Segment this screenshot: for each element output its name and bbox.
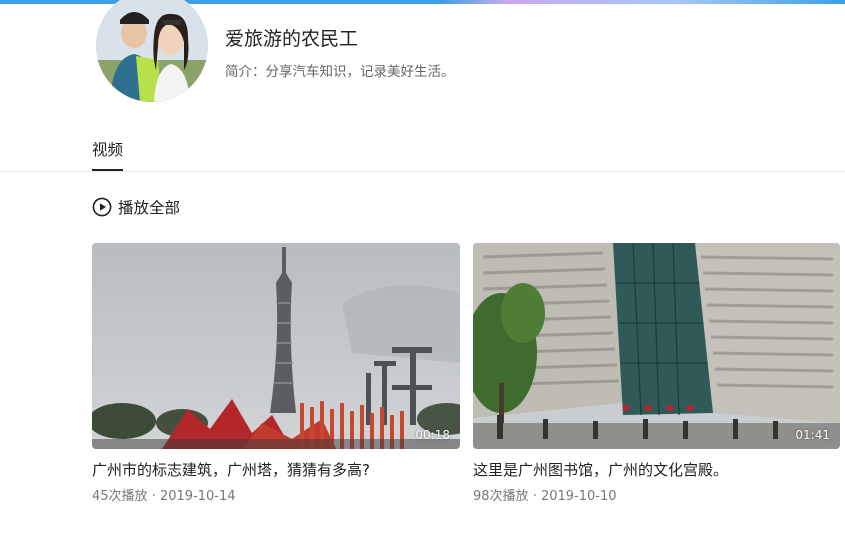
play-circle-icon: [92, 197, 112, 217]
video-views: 98次播放: [473, 489, 529, 504]
meta-separator: ·: [532, 489, 537, 504]
play-all-button[interactable]: 播放全部: [92, 196, 180, 218]
guangzhou-library-thumbnail-image: [473, 243, 840, 449]
video-thumbnail[interactable]: 00:18: [92, 243, 460, 449]
video-thumbnail[interactable]: 01:41: [473, 243, 840, 449]
video-title[interactable]: 这里是广州图书馆，广州的文化宫殿。: [473, 459, 840, 480]
video-card[interactable]: 00:18 广州市的标志建筑，广州塔，猜猜有多高? 45次播放 · 2019-1…: [92, 243, 460, 504]
tab-divider: [0, 171, 845, 172]
avatar[interactable]: [96, 0, 208, 102]
tab-videos[interactable]: 视频: [92, 138, 124, 172]
video-duration: 01:41: [795, 428, 830, 442]
video-date: 2019-10-10: [540, 489, 617, 504]
canton-tower-thumbnail-image: [92, 243, 460, 449]
video-card[interactable]: 01:41 这里是广州图书馆，广州的文化宫殿。 98次播放 · 2019-10-…: [473, 243, 840, 504]
meta-separator: ·: [151, 489, 156, 504]
video-meta: 98次播放 · 2019-10-10: [473, 485, 840, 504]
video-title[interactable]: 广州市的标志建筑，广州塔，猜猜有多高?: [92, 459, 460, 480]
video-date: 2019-10-14: [159, 489, 236, 504]
video-meta: 45次播放 · 2019-10-14: [92, 485, 460, 504]
profile-bio: 简介：分享汽车知识，记录美好生活。: [225, 64, 455, 80]
video-duration: 00:18: [415, 428, 450, 442]
profile-name: 爱旅游的农民工: [225, 28, 359, 50]
video-views: 45次播放: [92, 489, 148, 504]
play-all-label: 播放全部: [118, 199, 181, 217]
